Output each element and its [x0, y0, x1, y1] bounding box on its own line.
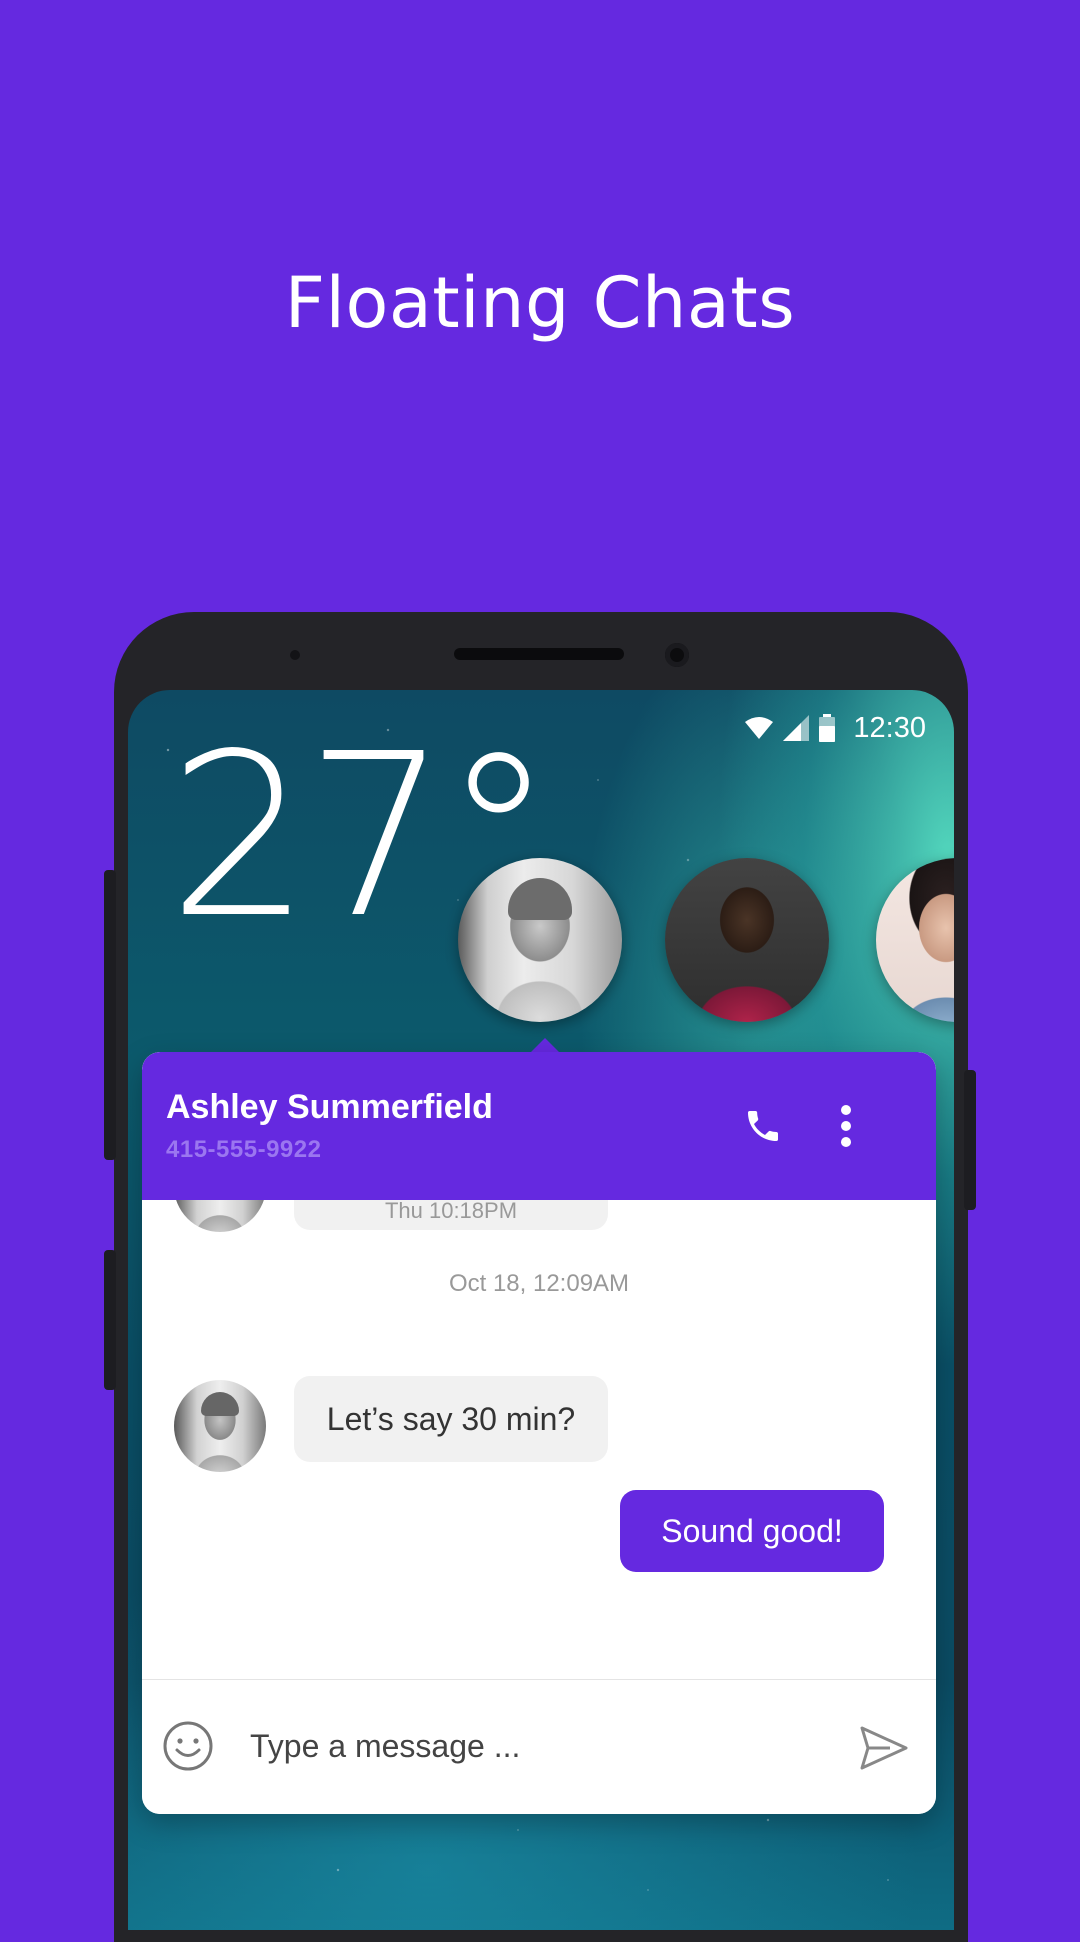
- chat-header: Ashley Summerfield 415-555-9922: [142, 1052, 936, 1200]
- incoming-message: Let’s say 30 min?: [294, 1376, 608, 1462]
- phone-front-camera: [665, 643, 689, 667]
- contact-phone: 415-555-9922: [166, 1136, 322, 1163]
- phone-sensor: [290, 650, 300, 660]
- chat-pointer: [531, 1038, 559, 1052]
- outgoing-message: Sound good!: [620, 1490, 884, 1572]
- more-options-button[interactable]: [818, 1098, 874, 1154]
- phone-power-button: [964, 1070, 976, 1210]
- send-icon: [860, 1726, 908, 1770]
- phone-speaker: [454, 648, 624, 660]
- phone-icon: [748, 1111, 778, 1141]
- headline: Floating Chats: [284, 262, 796, 344]
- message-avatar: [174, 1380, 266, 1472]
- emoji-icon: [163, 1721, 213, 1771]
- message-input[interactable]: [250, 1720, 790, 1772]
- chat-head-ashley[interactable]: [458, 858, 622, 1022]
- contact-name: Ashley Summerfield: [166, 1088, 493, 1126]
- phone-side-button-left: [104, 870, 116, 1160]
- message-time: Thu 10:18PM: [384, 1200, 518, 1223]
- message-avatar: [174, 1200, 266, 1232]
- phone-volume-button: [104, 1250, 116, 1390]
- chat-head-2[interactable]: [665, 858, 829, 1022]
- chat-window: Ashley Summerfield 415-555-9922 Thu 10:1…: [142, 1052, 936, 1814]
- emoji-button[interactable]: [160, 1718, 216, 1774]
- signal-icon: [783, 715, 810, 741]
- call-button[interactable]: [735, 1098, 791, 1154]
- more-vertical-icon: [841, 1105, 851, 1147]
- message-list: Thu 10:18PM Oct 18, 12:09AM Let’s say 30…: [142, 1200, 936, 1678]
- phone-screen: 12:30 27° Ashley Summerfield 415-555-992…: [128, 690, 954, 1930]
- date-separator: Oct 18, 12:09AM: [448, 1270, 630, 1297]
- send-button[interactable]: [856, 1720, 912, 1776]
- incoming-message: Thu 10:18PM: [294, 1200, 608, 1230]
- status-time: 12:30: [853, 711, 926, 744]
- battery-icon: [819, 714, 836, 742]
- message-composer: [142, 1679, 936, 1814]
- status-bar: 12:30: [745, 708, 926, 748]
- wifi-icon: [745, 716, 774, 740]
